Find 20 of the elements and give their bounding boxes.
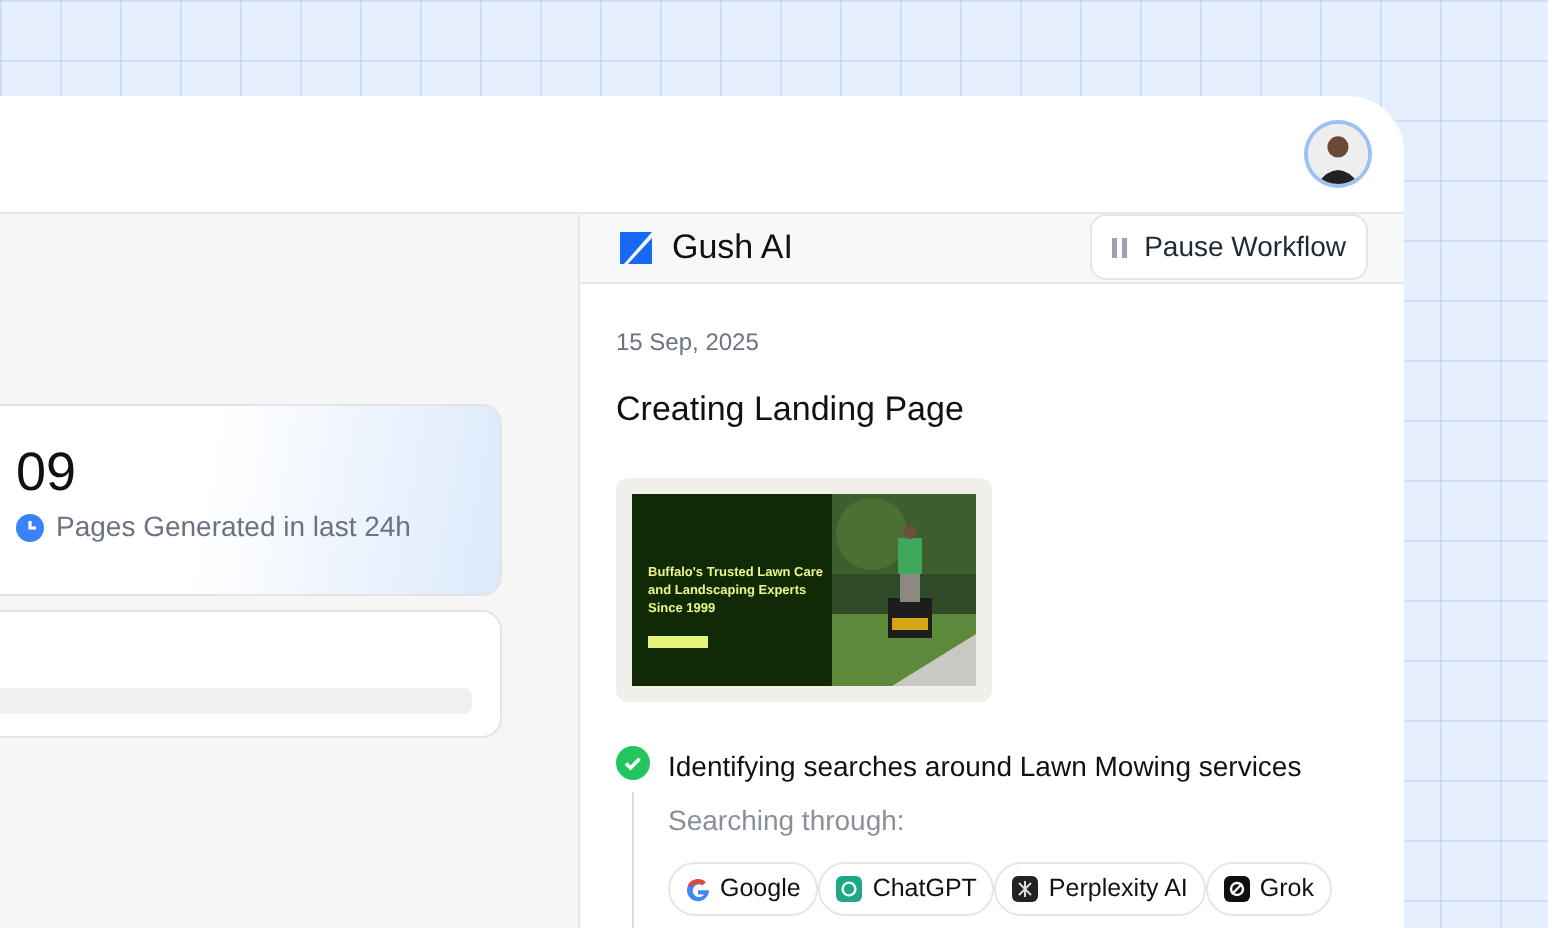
feed-title: Creating Landing Page: [616, 387, 966, 432]
clock-icon: [16, 513, 44, 541]
chatgpt-icon: [836, 876, 863, 903]
step-subtitle: Searching through:: [668, 802, 907, 841]
source-chip: ChatGPT: [818, 862, 995, 916]
pause-icon: [1112, 237, 1129, 258]
stat-value: 09: [16, 440, 79, 506]
perplexity-icon: [1012, 876, 1039, 903]
grok-icon: [1223, 876, 1250, 903]
avatar[interactable]: [1304, 120, 1372, 188]
google-icon: [686, 877, 710, 902]
pause-workflow-button[interactable]: Pause Workflow: [1090, 214, 1368, 281]
source-chip: Grok: [1205, 862, 1332, 916]
brand-name: Gush AI: [672, 226, 793, 271]
stat-caption: Pages Generated in last 24h: [56, 508, 411, 546]
source-chip: Perplexity AI: [994, 862, 1206, 916]
logo-icon: [616, 227, 656, 268]
source-chip: Google: [668, 862, 819, 916]
date-label: 15 Sep, 2025: [616, 325, 761, 360]
step-text: Identifying searches around Lawn Mowing services: [668, 748, 1304, 787]
